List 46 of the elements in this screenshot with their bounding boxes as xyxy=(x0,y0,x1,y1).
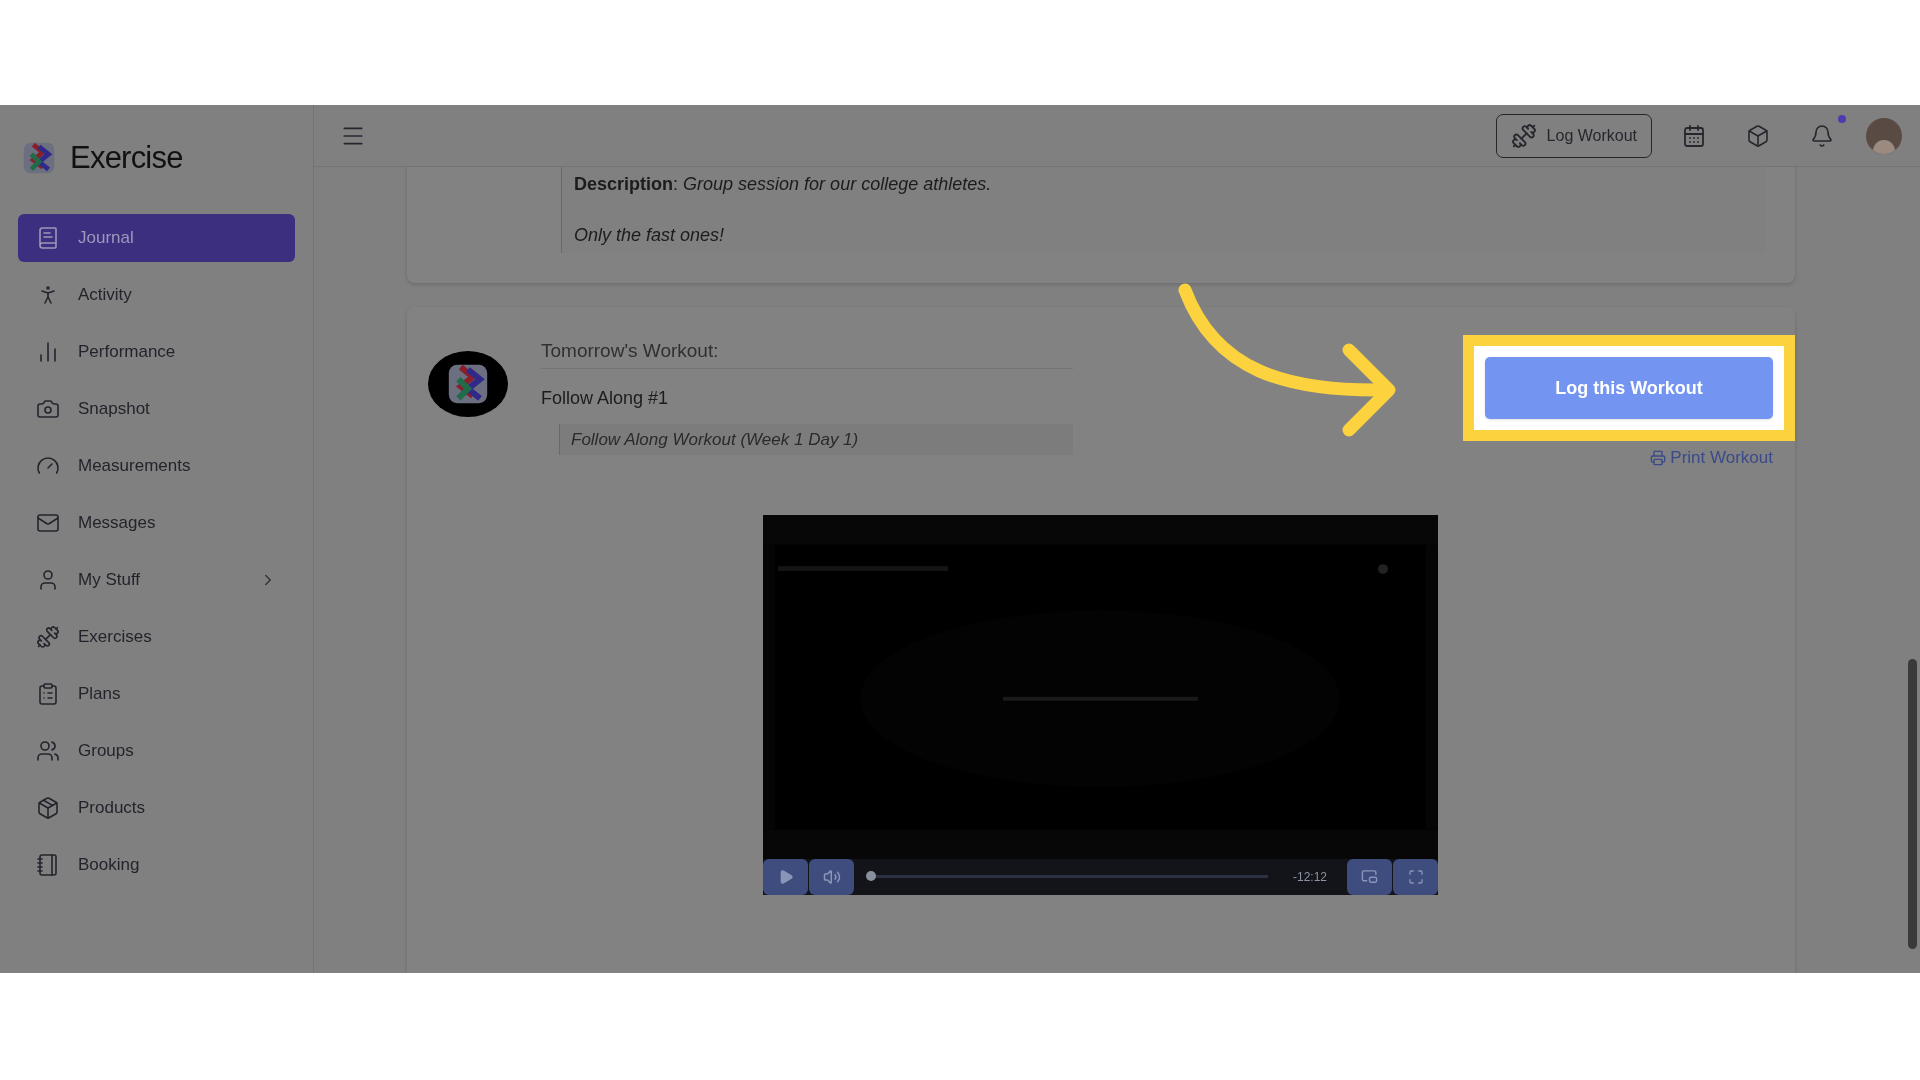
volume-icon xyxy=(822,867,841,886)
dumbbell-icon xyxy=(36,624,60,649)
nav-item[interactable]: Journal xyxy=(18,213,295,262)
note-text: Only the fast ones! xyxy=(574,224,726,247)
calendar-button[interactable] xyxy=(1682,123,1706,148)
workout-summary: Follow Along Workout (Week 1 Day 1) xyxy=(559,423,1073,455)
package-button[interactable] xyxy=(1746,123,1770,148)
box-icon xyxy=(1746,123,1770,148)
brand-name: Exercise xyxy=(70,139,183,177)
nav-item[interactable]: Messages xyxy=(18,498,295,547)
printer-icon xyxy=(1650,449,1667,466)
book-icon xyxy=(36,225,60,250)
user-avatar[interactable] xyxy=(1866,117,1902,154)
nav-item[interactable]: My Stuff xyxy=(18,555,295,604)
nav-item[interactable]: Snapshot xyxy=(18,384,295,433)
nav-item[interactable]: Measurements xyxy=(18,441,295,490)
time-remaining: -12:12 xyxy=(1292,868,1327,886)
dumbbell-icon xyxy=(1510,122,1537,149)
log-this-workout-button[interactable]: Log this Workout xyxy=(1485,357,1773,419)
clipboard-icon xyxy=(36,681,60,706)
workout-name: Follow Along #1 xyxy=(541,386,670,410)
print-workout-link[interactable]: Print Workout xyxy=(1650,445,1773,471)
package-icon xyxy=(36,795,60,820)
nav-item[interactable]: Activity xyxy=(18,270,295,319)
nav-item[interactable]: Exercises xyxy=(18,612,295,661)
scrollbar-thumb[interactable] xyxy=(1908,659,1917,949)
notifications-button[interactable] xyxy=(1810,123,1834,148)
people-icon xyxy=(36,738,60,763)
notebook-icon xyxy=(36,852,60,877)
pip-icon xyxy=(1361,868,1378,885)
fullscreen-icon xyxy=(1407,868,1424,885)
calendar-icon xyxy=(1682,123,1706,148)
nav-item[interactable]: Plans xyxy=(18,669,295,718)
nav-item[interactable]: Groups xyxy=(18,726,295,775)
description-text: Description: Group session for our college athletes. xyxy=(574,173,993,196)
nav-item[interactable]: Booking xyxy=(18,840,295,889)
progress-thumb[interactable] xyxy=(866,871,876,881)
log-workout-button[interactable]: Log Workout xyxy=(1495,113,1652,158)
workout-heading: Tomorrow's Workout: xyxy=(541,337,1073,369)
play-button[interactable] xyxy=(763,858,808,895)
fullscreen-button[interactable] xyxy=(1393,858,1438,895)
volume-button[interactable] xyxy=(809,858,854,895)
pip-button[interactable] xyxy=(1347,858,1392,895)
bell-icon xyxy=(1810,123,1834,148)
nav-item[interactable]: Performance xyxy=(18,327,295,376)
nav-item[interactable]: Products xyxy=(18,783,295,832)
